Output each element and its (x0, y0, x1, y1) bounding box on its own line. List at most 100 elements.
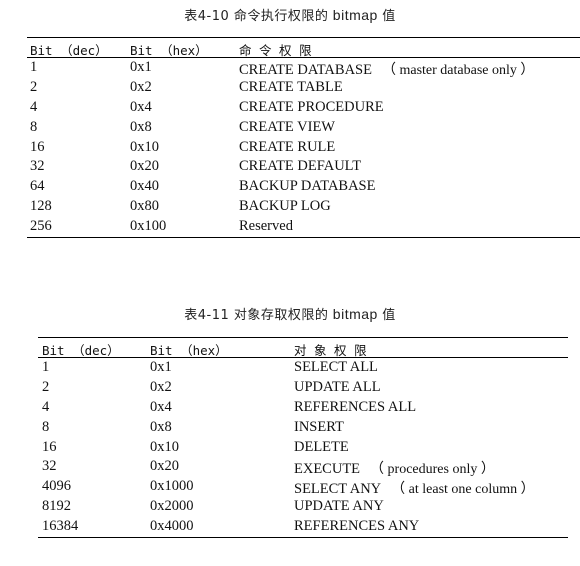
table-row: 16 0x10 DELETE (38, 438, 568, 458)
cell-dec: 16 (42, 438, 57, 455)
cell-name: BACKUP LOG (239, 198, 331, 215)
cell-name: UPDATE ALL (294, 379, 381, 396)
table2-body: 1 0x1 SELECT ALL 2 0x2 UPDATE ALL 4 0x4 REFERENC… (38, 358, 568, 537)
cell-dec: 4 (42, 398, 50, 415)
permission-name: REFERENCES ANY (294, 518, 420, 535)
table1-header-hex: Bit （hex） (130, 43, 208, 58)
table-row: 32 0x20 CREATE DEFAULT (27, 157, 580, 177)
permission-name: CREATE PROCEDURE (239, 98, 384, 115)
permission-name: CREATE DEFAULT (239, 158, 362, 175)
cell-name: CREATE DEFAULT (239, 158, 361, 175)
cell-name: REFERENCES ALL (294, 399, 416, 416)
cell-hex: 0x4 (150, 398, 172, 415)
permission-name: CREATE RULE (239, 138, 336, 155)
cell-hex: 0x10 (130, 138, 159, 155)
permission-name: EXECUTE (294, 461, 361, 478)
table1-caption: 表4-10 命令执行权限的 bitmap 值 (0, 5, 580, 24)
permission-name: BACKUP LOG (239, 198, 331, 215)
cell-dec: 16384 (42, 518, 79, 535)
cell-dec: 32 (42, 458, 57, 475)
table-row: 4 0x4 REFERENCES ALL (38, 398, 568, 418)
cell-dec: 2 (42, 378, 50, 395)
permission-name: DELETE (294, 438, 349, 455)
cell-hex: 0x1000 (150, 478, 194, 495)
table-row: 1 0x1 CREATE DATABASE （ master database onl… (27, 58, 580, 78)
table2-caption-prefix: 表4-11 对象存取权限的 (184, 308, 329, 323)
table-row: 32 0x20 EXECUTE （ procedures only ） (38, 457, 568, 477)
table1-header-dec: Bit （dec） (30, 43, 108, 58)
table-row: 16 0x10 CREATE RULE (27, 138, 580, 158)
cell-dec: 8192 (42, 498, 71, 515)
permission-name: CREATE DATABASE (239, 62, 372, 78)
cell-name: SELECT ALL (294, 359, 378, 376)
cell-dec: 32 (30, 158, 45, 175)
cell-hex: 0x80 (130, 198, 159, 215)
table-row: 256 0x100 Reserved (27, 217, 580, 237)
cell-hex: 0x8 (150, 418, 172, 435)
permission-note: （ at least one column ） (391, 482, 535, 498)
cell-hex: 0x2 (130, 78, 152, 95)
permission-name: BACKUP DATABASE (239, 178, 376, 195)
cell-name: DELETE (294, 439, 349, 456)
table2-header-hex: Bit （hex） (150, 343, 228, 358)
cell-name: CREATE VIEW (239, 119, 335, 136)
table1-body: 1 0x1 CREATE DATABASE （ master database onl… (27, 58, 580, 237)
cell-name: SELECT ANY （ at least one column ） (294, 478, 535, 498)
cell-hex: 0x20 (150, 458, 179, 475)
cell-hex: 0x100 (130, 218, 167, 235)
table-row: 1 0x1 SELECT ALL (38, 358, 568, 378)
table-row: 8 0x8 CREATE VIEW (27, 118, 580, 138)
cell-hex: 0x20 (130, 158, 159, 175)
table2-header: Bit （dec） Bit （hex） 对 象 权 限 (38, 338, 568, 358)
table2: Bit （dec） Bit （hex） 对 象 权 限 1 0x1 SELECT A… (38, 337, 568, 539)
table1-caption-prefix: 表4-10 命令执行权限的 (184, 9, 329, 24)
cell-name: UPDATE ANY (294, 498, 384, 515)
cell-dec: 64 (30, 178, 45, 195)
table-row: 2 0x2 CREATE TABLE (27, 78, 580, 98)
cell-name: Reserved (239, 218, 293, 235)
cell-name: CREATE PROCEDURE (239, 99, 384, 116)
cell-dec: 2 (30, 78, 38, 95)
cell-dec: 1 (42, 359, 50, 375)
cell-hex: 0x8 (130, 118, 152, 135)
cell-hex: 0x2000 (150, 498, 194, 515)
table1: Bit （dec） Bit （hex） 命 令 权 限 1 0x1 CREATE D… (27, 37, 580, 239)
permission-name: INSERT (294, 418, 344, 435)
permission-name: SELECT ANY (294, 481, 382, 498)
table1-caption-suffix: 值 (382, 9, 396, 24)
table2-caption-bitmap: bitmap (328, 306, 383, 322)
cell-name: CREATE TABLE (239, 79, 343, 96)
table-row: 16384 0x4000 REFERENCES ANY (38, 517, 568, 537)
cell-hex: 0x2 (150, 378, 172, 395)
permission-name: CREATE TABLE (239, 78, 343, 95)
cell-name: CREATE RULE (239, 139, 335, 156)
table2-caption-suffix: 值 (382, 308, 396, 323)
table2-header-dec: Bit （dec） (42, 343, 120, 358)
cell-hex: 0x40 (130, 178, 159, 195)
cell-dec: 8 (30, 118, 38, 135)
cell-hex: 0x10 (150, 438, 179, 455)
permission-note: （ master database only ） (381, 63, 535, 78)
cell-name: EXECUTE （ procedures only ） (294, 458, 495, 478)
permission-name: SELECT ALL (294, 359, 378, 375)
cell-name: CREATE DATABASE （ master database only ） (239, 59, 534, 79)
cell-hex: 0x4000 (150, 518, 194, 535)
cell-dec: 4096 (42, 478, 71, 495)
cell-dec: 1 (30, 59, 38, 75)
cell-dec: 8 (42, 418, 50, 435)
cell-hex: 0x1 (150, 359, 172, 375)
cell-dec: 16 (30, 138, 45, 155)
cell-hex: 0x4 (130, 98, 152, 115)
table-row: 4 0x4 CREATE PROCEDURE (27, 98, 580, 118)
table2-caption: 表4-11 对象存取权限的 bitmap 值 (0, 304, 580, 323)
permission-name: UPDATE ALL (294, 378, 381, 395)
cell-hex: 0x1 (130, 59, 152, 75)
table1-header-name: 命 令 权 限 (239, 43, 312, 58)
table-row: 128 0x80 BACKUP LOG (27, 197, 580, 217)
permission-name: UPDATE ANY (294, 498, 384, 515)
table-row: 8 0x8 INSERT (38, 418, 568, 438)
table-row: 8192 0x2000 UPDATE ANY (38, 497, 568, 517)
permission-name: REFERENCES ALL (294, 398, 417, 415)
cell-name: INSERT (294, 419, 344, 436)
table-row: 64 0x40 BACKUP DATABASE (27, 177, 580, 197)
